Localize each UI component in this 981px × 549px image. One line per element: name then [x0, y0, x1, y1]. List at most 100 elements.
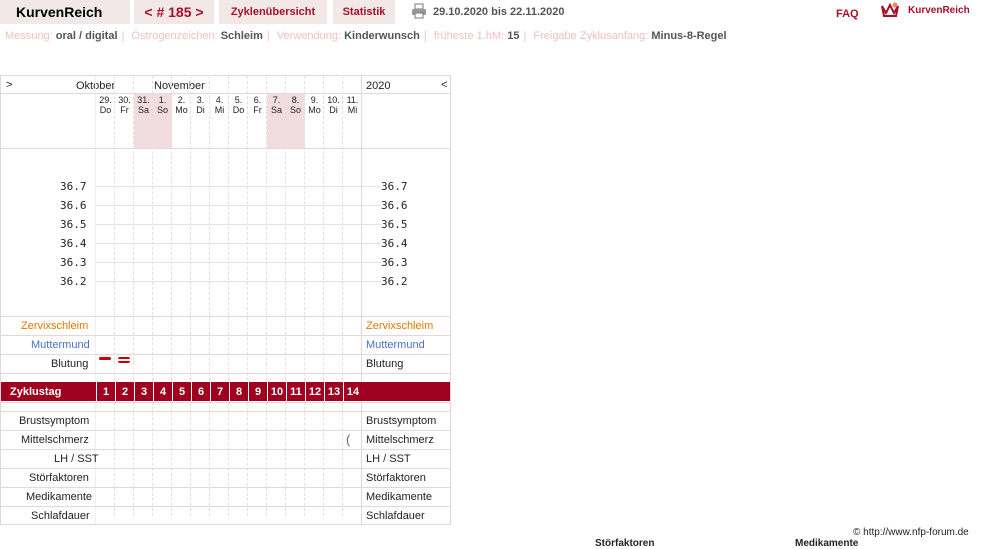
row-label-zyklustag: Zyklustag — [10, 386, 62, 398]
faq-link[interactable]: FAQ — [836, 8, 859, 20]
row-label-mittel: Mittelschmerz — [21, 434, 89, 446]
temp-label: 36.3 — [381, 256, 408, 269]
day-column[interactable]: 30. Fr — [115, 76, 134, 516]
temp-label: 36.6 — [381, 199, 408, 212]
verwendung-value: Kinderwunsch — [344, 30, 420, 42]
cycle-day-number[interactable]: 3 — [134, 382, 153, 401]
bleeding-mark[interactable] — [118, 357, 130, 363]
date-range: 29.10.2020 bis 22.11.2020 — [433, 6, 565, 18]
day-column[interactable]: 6. Fr — [248, 76, 267, 516]
row-label-medi-right: Medikamente — [366, 491, 433, 503]
temp-label: 36.5 — [60, 218, 87, 231]
cycle-day-row: Zyklustag 1 2 3 4 5 6 7 8 9 10 11 12 13 14 — [1, 382, 450, 401]
cycle-chart: > Oktober November 2020 < 29. Do 30. Fr 31. S… — [0, 75, 451, 525]
day-column[interactable]: 8. So — [286, 76, 305, 516]
cycle-day-number[interactable]: 10 — [267, 382, 286, 401]
cycle-navigator[interactable]: < # 185 > — [134, 0, 214, 24]
row-label-schlaf: Schlafdauer — [31, 510, 90, 522]
crown-logo-icon[interactable] — [880, 2, 900, 18]
app-brand[interactable]: KurvenReich — [0, 0, 130, 24]
year-label: 2020 — [366, 80, 391, 92]
weekday-label: Mi — [214, 105, 225, 115]
oestrogen-value: Schleim — [220, 30, 263, 42]
messung-label: Messung: — [5, 30, 53, 42]
day-column[interactable]: 10. Di — [324, 76, 343, 516]
cycle-day-number[interactable]: 13 — [324, 382, 343, 401]
printer-icon[interactable] — [411, 3, 427, 19]
day-column[interactable]: 4. Mi — [210, 76, 229, 516]
cycle-day-number[interactable]: 14 — [343, 382, 362, 401]
cycle-day-number[interactable]: 8 — [229, 382, 248, 401]
temp-label: 36.2 — [381, 275, 408, 288]
temp-label: 36.7 — [60, 180, 87, 193]
temp-label: 36.3 — [60, 256, 87, 269]
cycle-day-number[interactable]: 11 — [286, 382, 305, 401]
date-label: 4. — [215, 95, 224, 105]
footer-credit: © http://www.nfp-forum.de — [853, 527, 969, 538]
row-label-lh-right: LH / SST — [366, 453, 411, 465]
row-label-muttermund-right: Muttermund — [366, 339, 425, 351]
weekday-label: So — [156, 105, 168, 115]
day-column[interactable]: 9. Mo — [305, 76, 324, 516]
weekday-label: Di — [329, 105, 338, 115]
oestrogen-label: Östrogenzeichen: — [131, 30, 218, 42]
row-label-stoer: Störfaktoren — [29, 472, 89, 484]
day-column[interactable]: 1. So — [153, 76, 172, 516]
date-label: 8. — [291, 95, 300, 105]
date-label: 30. — [118, 95, 131, 105]
first-hm-label: früheste 1.hM: — [433, 30, 505, 42]
day-column[interactable]: 29. Do — [96, 76, 115, 516]
row-label-medi: Medikamente — [26, 491, 93, 503]
date-label: 9. — [310, 95, 319, 105]
weekday-label: Do — [232, 105, 245, 115]
cycle-day-number[interactable]: 12 — [305, 382, 324, 401]
day-column[interactable]: 11. Mi ( — [343, 76, 362, 516]
temp-gridline — [96, 224, 381, 225]
right-divider — [361, 76, 362, 524]
weekday-label: So — [289, 105, 301, 115]
row-label-brust: Brustsymptom — [19, 415, 90, 427]
nav-next-button[interactable]: < — [441, 79, 447, 91]
freigabe-value: Minus-8-Regel — [651, 30, 727, 42]
top-bar: KurvenReich < # 185 > Zyklenübersicht St… — [0, 0, 981, 25]
date-label: 6. — [253, 95, 262, 105]
cycle-day-number[interactable]: 9 — [248, 382, 267, 401]
cycle-settings-line: Messung: oral / digital | Östrogenzeichen… — [5, 30, 727, 42]
cycle-day-number[interactable]: 4 — [153, 382, 172, 401]
temp-gridline — [96, 186, 381, 187]
cycle-day-number[interactable]: 1 — [96, 382, 115, 401]
weekday-label: Sa — [137, 105, 149, 115]
logo-text[interactable]: KurvenReich — [908, 5, 970, 16]
temp-label: 36.6 — [60, 199, 87, 212]
weekday-label: Di — [196, 105, 205, 115]
day-column[interactable]: 7. Sa — [267, 76, 286, 516]
cycle-day-number[interactable]: 2 — [115, 382, 134, 401]
date-label: 31. — [137, 95, 150, 105]
temp-label: 36.4 — [60, 237, 87, 250]
date-label: 2. — [177, 95, 186, 105]
cycle-day-number[interactable]: 6 — [191, 382, 210, 401]
cycle-day-number[interactable]: 7 — [210, 382, 229, 401]
temp-label: 36.2 — [60, 275, 87, 288]
bleeding-mark[interactable] — [99, 357, 111, 360]
day-column[interactable]: 5. Do — [229, 76, 248, 516]
tab-statistics[interactable]: Statistik — [333, 0, 395, 24]
mittelschmerz-mark[interactable]: ( — [346, 432, 350, 447]
day-column[interactable]: 2. Mo — [172, 76, 191, 516]
row-label-mittel-right: Mittelschmerz — [366, 434, 434, 446]
row-label-zervix: Zervixschleim — [21, 320, 89, 332]
temp-label: 36.5 — [381, 218, 408, 231]
tab-cycle-overview[interactable]: Zyklenübersicht — [219, 0, 327, 24]
messung-value: oral / digital — [55, 30, 118, 42]
day-column[interactable]: 31. Sa — [134, 76, 153, 516]
weekday-label: Fr — [120, 105, 129, 115]
temp-gridline — [96, 205, 381, 206]
row-label-brust-right: Brustsymptom — [366, 415, 437, 427]
day-column[interactable]: 3. Di — [191, 76, 210, 516]
temp-gridline — [96, 243, 381, 244]
weekday-label: Mi — [347, 105, 358, 115]
cycle-day-number[interactable]: 5 — [172, 382, 191, 401]
weekday-label: Fr — [253, 105, 262, 115]
temp-label: 36.7 — [381, 180, 408, 193]
row-label-zervix-right: Zervixschleim — [366, 320, 434, 332]
